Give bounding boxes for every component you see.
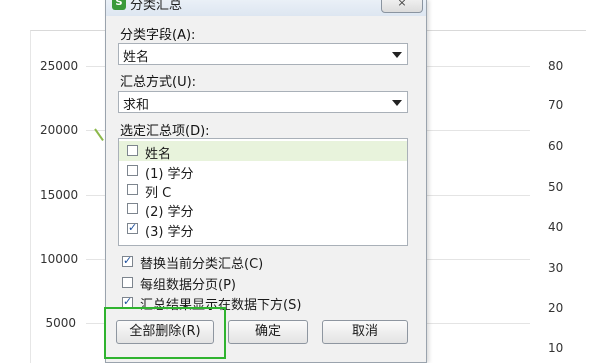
secondary-axis-tick-label: 40 xyxy=(548,220,564,234)
summary-items-list[interactable]: 姓名 (1) 学分 列 C (2) 学分 (3) 学分 xyxy=(118,138,408,246)
item-label: (2) 学分 xyxy=(145,205,194,220)
secondary-axis-tick-label: 50 xyxy=(548,180,564,194)
secondary-axis-tick-label: 60 xyxy=(548,139,564,153)
chevron-down-icon xyxy=(392,100,402,106)
secondary-axis-tick-label: 70 xyxy=(548,98,564,112)
list-item[interactable]: (1) 学分 xyxy=(119,161,407,182)
secondary-axis-tick-label: 10 xyxy=(548,341,564,355)
replace-current-label: 替换当前分类汇总(C) xyxy=(140,257,264,272)
item-label: (3) 学分 xyxy=(145,225,194,240)
ok-button[interactable]: 确定 xyxy=(228,320,308,344)
dialog-titlebar[interactable]: S 分类汇总 × xyxy=(106,0,426,16)
item-checkbox[interactable] xyxy=(127,165,138,176)
page-break-checkbox[interactable] xyxy=(122,277,133,288)
app-logo-icon: S xyxy=(112,0,126,10)
y-axis-tick-label: 5000 xyxy=(45,316,76,330)
group-field-select[interactable]: 姓名 xyxy=(118,43,408,65)
cancel-button[interactable]: 取消 xyxy=(322,320,408,344)
group-field-label: 分类字段(A): xyxy=(120,28,196,43)
item-label: 姓名 xyxy=(145,147,172,162)
secondary-axis-tick-label: 80 xyxy=(548,59,564,73)
method-label: 汇总方式(U): xyxy=(120,75,197,90)
close-button[interactable]: × xyxy=(381,0,423,13)
y-axis-tick-label: 25000 xyxy=(40,59,79,73)
item-checkbox[interactable] xyxy=(127,184,138,195)
page-break-label: 每组数据分页(P) xyxy=(140,278,236,293)
y-axis-tick-label: 15000 xyxy=(40,188,79,202)
list-item[interactable]: (2) 学分 xyxy=(119,199,407,220)
items-label: 选定汇总项(D): xyxy=(120,124,210,139)
list-item[interactable]: 姓名 xyxy=(119,141,407,162)
highlight-box xyxy=(104,307,226,359)
replace-current-checkbox[interactable] xyxy=(122,254,133,267)
list-item[interactable]: (3) 学分 xyxy=(119,219,407,240)
item-checkbox[interactable] xyxy=(127,203,138,214)
dialog-title: 分类汇总 xyxy=(130,0,183,13)
list-item[interactable]: 列 C xyxy=(119,180,407,201)
y-axis-tick-label: 10000 xyxy=(40,252,79,266)
item-checkbox[interactable] xyxy=(127,145,138,156)
item-checkbox[interactable] xyxy=(127,221,138,234)
secondary-axis-tick-label: 20 xyxy=(548,301,564,315)
chevron-down-icon xyxy=(392,52,402,58)
method-select[interactable]: 求和 xyxy=(118,91,408,113)
y-axis-tick-label: 20000 xyxy=(40,123,79,137)
method-value: 求和 xyxy=(123,98,150,113)
secondary-axis-tick-label: 30 xyxy=(548,261,564,275)
group-field-value: 姓名 xyxy=(123,50,150,65)
